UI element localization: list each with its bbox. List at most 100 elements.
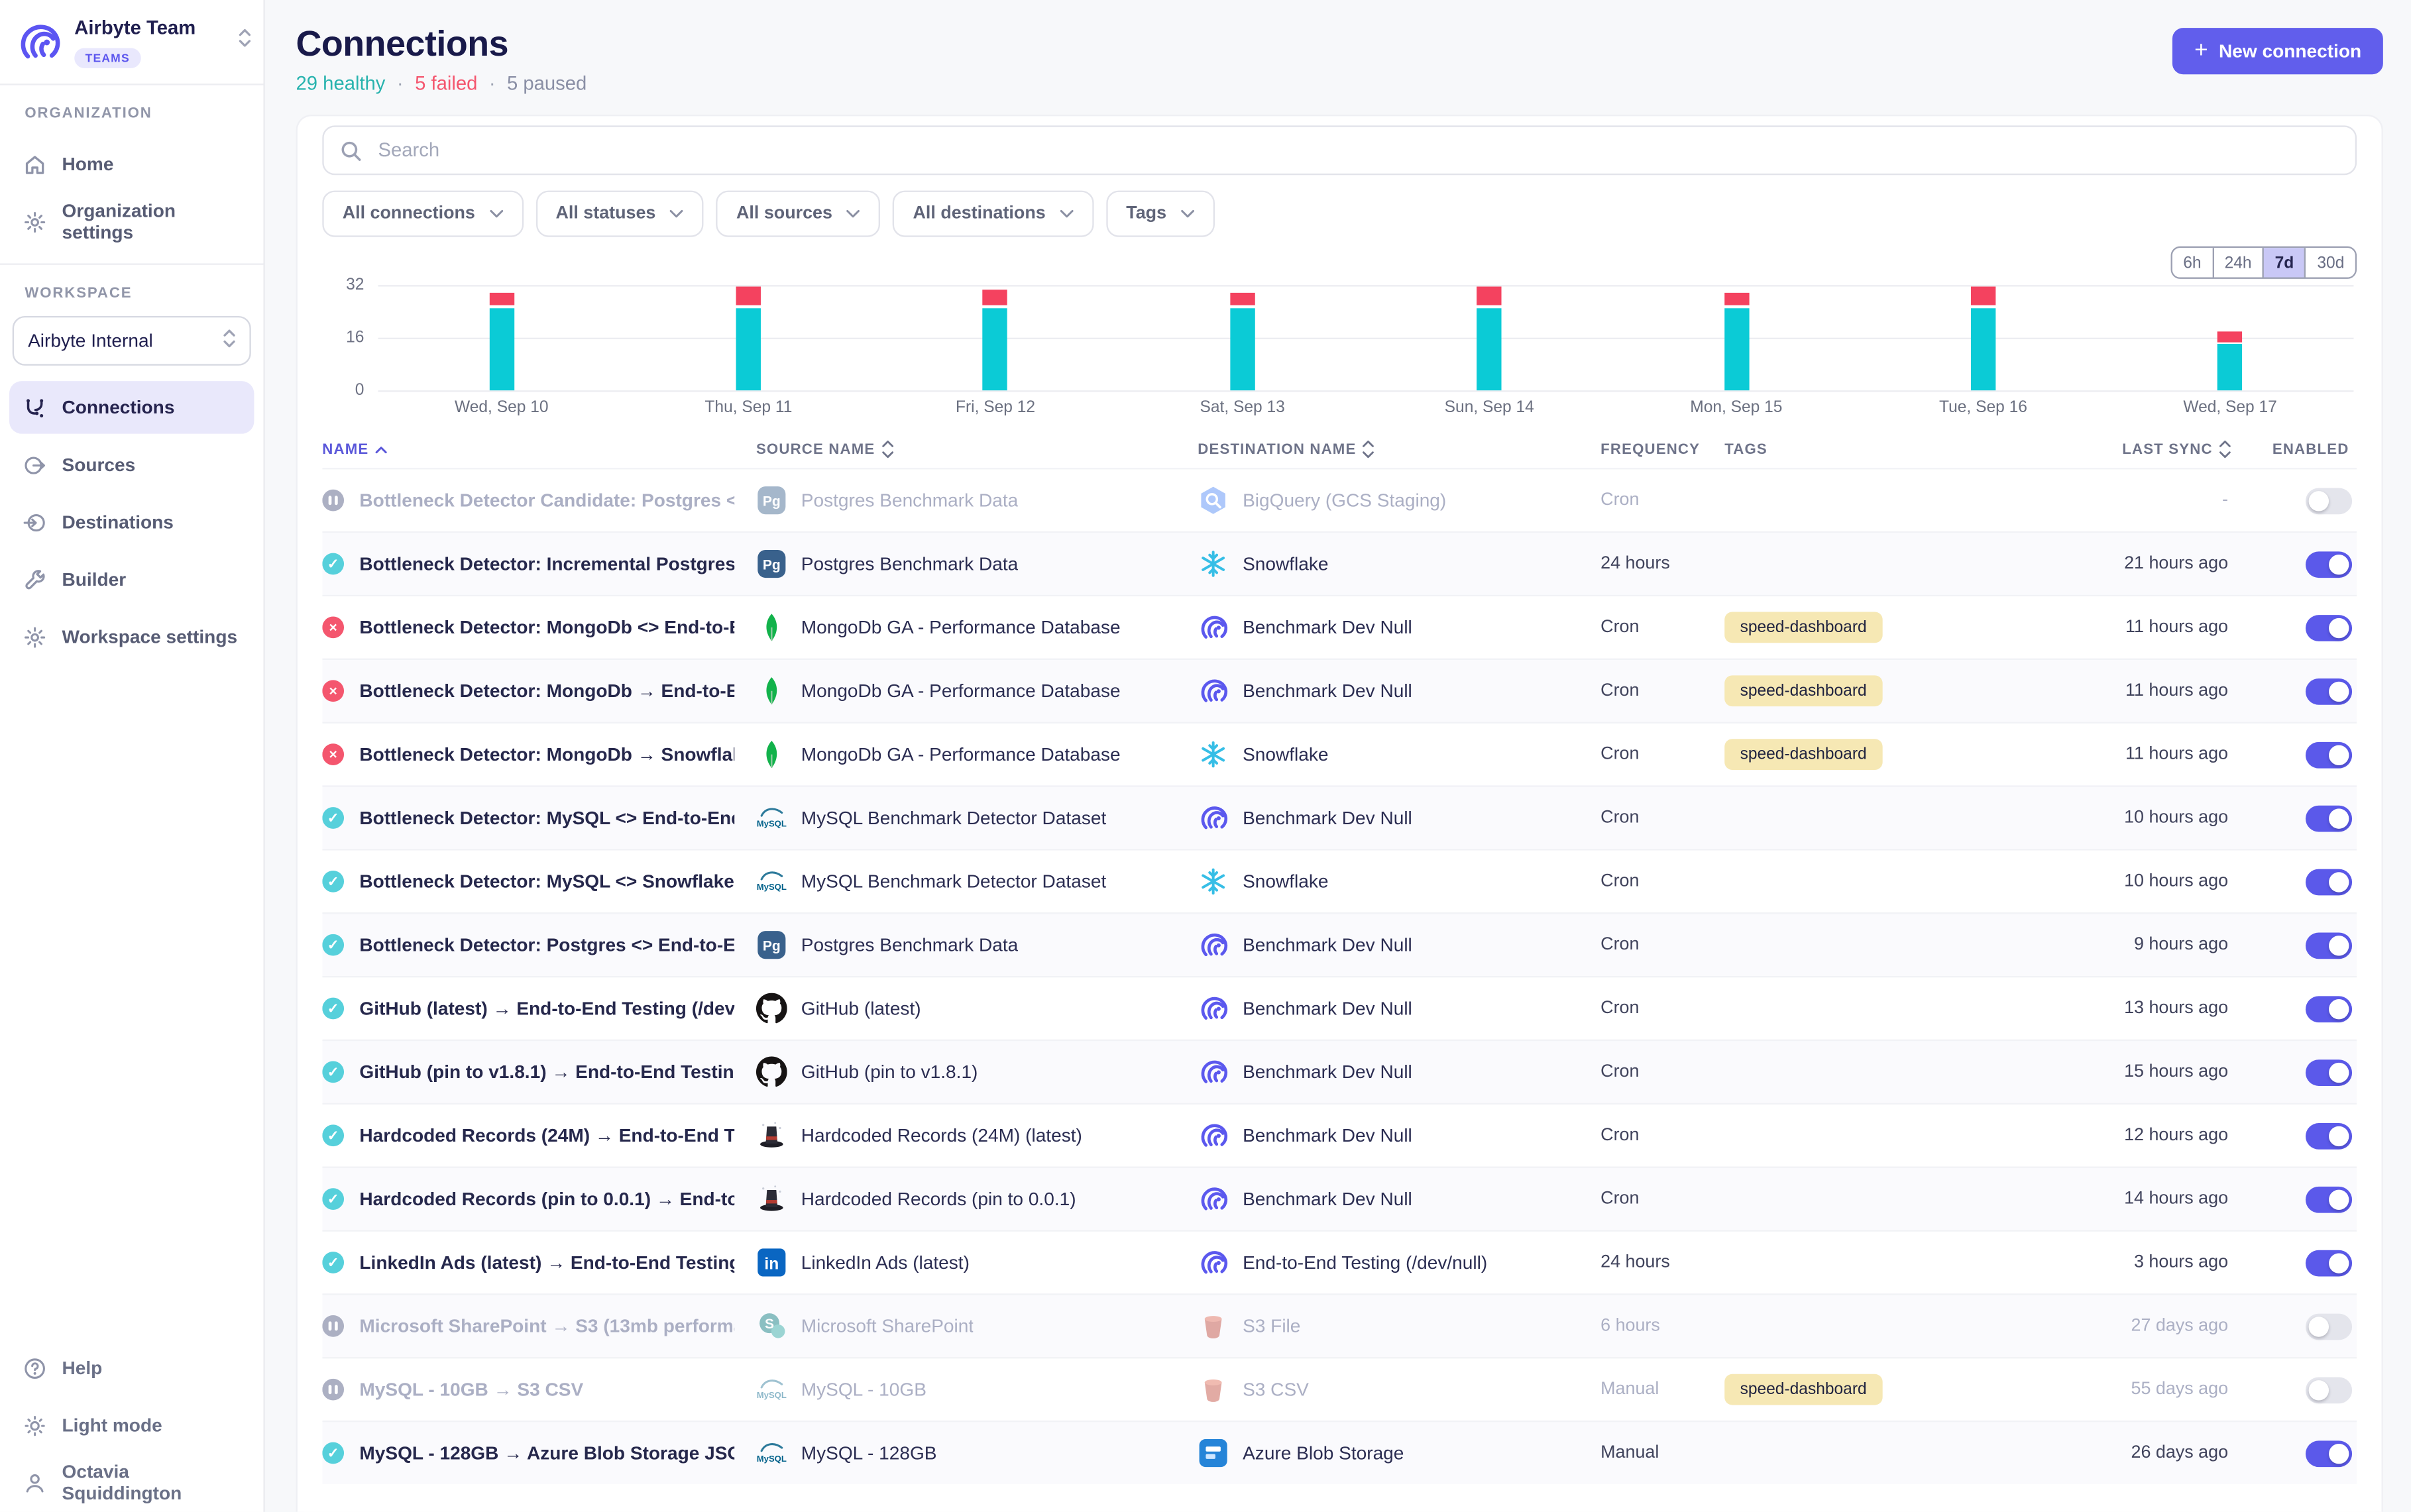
name-cell: MySQL - 10GB → S3 CSV	[322, 1379, 756, 1401]
destination-name: Snowflake	[1243, 553, 1328, 575]
filter-dropdown-all-connections[interactable]: All connections	[322, 191, 523, 237]
enabled-toggle[interactable]	[2306, 805, 2352, 832]
toggle-knob	[2329, 1443, 2349, 1463]
table-row[interactable]: ✓LinkedIn Ads (latest) → End-to-End Test…	[322, 1230, 2357, 1293]
source-cell: MongoDb GA - Performance Database	[756, 739, 1198, 770]
tag-badge: speed-dashboard	[1724, 739, 1882, 770]
sidebar-item-home[interactable]: Home	[9, 138, 254, 190]
table-row[interactable]: ×Bottleneck Detector: MongoDb <> End-to-…	[322, 595, 2357, 659]
enabled-toggle[interactable]	[2306, 995, 2352, 1022]
status-healthy-icon: ✓	[322, 1061, 344, 1083]
column-header-name[interactable]: NAME	[322, 441, 756, 458]
table-row[interactable]: ✓Bottleneck Detector: MySQL <> Snowflake…	[322, 849, 2357, 912]
destination-name: Benchmark Dev Null	[1243, 1188, 1412, 1210]
enabled-toggle[interactable]	[2306, 1250, 2352, 1276]
table-row[interactable]: ✓Hardcoded Records (pin to 0.0.1) → End-…	[322, 1167, 2357, 1230]
chart-bar-4	[1366, 285, 1613, 390]
table-row[interactable]: Bottleneck Detector Candidate: Postgres …	[322, 468, 2357, 531]
filter-dropdown-tags[interactable]: Tags	[1106, 191, 1215, 237]
enabled-toggle[interactable]	[2306, 551, 2352, 577]
sidebar-item-connections[interactable]: Connections	[9, 381, 254, 433]
table-row[interactable]: ✓Hardcoded Records (24M) → End-to-End Te…	[322, 1103, 2357, 1167]
toggle-knob	[2309, 1379, 2329, 1399]
sidebar-item-destinations[interactable]: Destinations	[9, 496, 254, 548]
org-name: Airbyte Team	[74, 17, 196, 39]
x-axis-tick-label: Mon, Sep 15	[1613, 398, 1860, 417]
column-header-label: DESTINATION NAME	[1198, 441, 1356, 458]
connection-name: Microsoft SharePoint → S3 (13mb performa…	[359, 1315, 734, 1337]
last-sync-cell: 21 hours ago	[2073, 555, 2243, 573]
enabled-toggle[interactable]	[2306, 1313, 2352, 1339]
enabled-toggle[interactable]	[2306, 614, 2352, 641]
enabled-toggle[interactable]	[2306, 932, 2352, 958]
enabled-toggle[interactable]	[2306, 1440, 2352, 1466]
filter-dropdown-all-destinations[interactable]: All destinations	[893, 191, 1093, 237]
workspace-select[interactable]: Airbyte Internal	[13, 316, 251, 366]
org-switcher[interactable]: Airbyte Team TEAMS	[0, 0, 263, 83]
search-input[interactable]	[375, 138, 2340, 162]
sidebar-item-label: Workspace settings	[62, 626, 238, 648]
svg-text:Pg: Pg	[763, 494, 781, 510]
new-connection-button[interactable]: + New connection	[2172, 28, 2383, 74]
table-row[interactable]: ✓GitHub (latest) → End-to-End Testing (/…	[322, 976, 2357, 1040]
sidebar-item-label: Octavia Squiddington	[62, 1461, 242, 1504]
column-header-last_sync[interactable]: LAST SYNC	[2073, 440, 2243, 459]
table-row[interactable]: Microsoft SharePoint → S3 (13mb performa…	[322, 1293, 2357, 1357]
svg-text:MySQL: MySQL	[757, 1454, 787, 1464]
table-row[interactable]: ×Bottleneck Detector: MongoDb → Snowflak…	[322, 722, 2357, 786]
sidebar-item-workspace-settings[interactable]: Workspace settings	[9, 610, 254, 663]
enabled-toggle[interactable]	[2306, 741, 2352, 768]
enabled-toggle[interactable]	[2306, 487, 2352, 513]
x-axis-tick-label: Tue, Sep 16	[1860, 398, 2107, 417]
filter-dropdown-all-statuses[interactable]: All statuses	[535, 191, 704, 237]
enabled-toggle[interactable]	[2306, 868, 2352, 894]
svg-text:S: S	[765, 1317, 774, 1332]
pause-bar	[335, 1385, 337, 1394]
column-header-source[interactable]: SOURCE NAME	[756, 440, 1198, 459]
destination-cell: Azure Blob Storage	[1198, 1438, 1600, 1469]
enabled-toggle[interactable]	[2306, 1122, 2352, 1149]
table-row[interactable]: ✓Bottleneck Detector: Postgres <> End-to…	[322, 912, 2357, 976]
sidebar-item-light-mode[interactable]: Light mode	[9, 1399, 254, 1451]
column-header-destination[interactable]: DESTINATION NAME	[1198, 440, 1600, 459]
sidebar-item-organization-settings[interactable]: Organization settings	[9, 195, 254, 248]
toggle-knob	[2329, 808, 2349, 828]
source-name: MySQL Benchmark Detector Dataset	[801, 871, 1107, 892]
table-row[interactable]: ✓MySQL - 128GB → Azure Blob Storage JSOn…	[322, 1421, 2357, 1484]
chevron-down-icon	[1180, 205, 1194, 223]
destination-name: Benchmark Dev Null	[1243, 934, 1412, 956]
table-row[interactable]: ✓Bottleneck Detector: Incremental Postgr…	[322, 531, 2357, 595]
table-row[interactable]: ✓Bottleneck Detector: MySQL <> End-to-En…	[322, 785, 2357, 849]
sidebar-item-user[interactable]: Octavia Squiddington	[9, 1456, 254, 1509]
enabled-toggle[interactable]	[2306, 678, 2352, 704]
table-row[interactable]: ✓GitHub (pin to v1.8.1) → End-to-End Tes…	[322, 1040, 2357, 1103]
sidebar-item-sources[interactable]: Sources	[9, 439, 254, 491]
x-axis-tick-label: Wed, Sep 17	[2107, 398, 2354, 417]
toggle-knob	[2329, 1252, 2349, 1272]
time-range-30d[interactable]: 30d	[2305, 248, 2355, 277]
sidebar-item-help[interactable]: Help	[9, 1342, 254, 1394]
succeeded-bar-segment	[1724, 308, 1748, 390]
time-range-7d[interactable]: 7d	[2263, 248, 2305, 277]
airbyte-logo-icon	[15, 19, 62, 65]
airbyte-icon	[1198, 1057, 1229, 1088]
source-name: Hardcoded Records (pin to 0.0.1)	[801, 1188, 1076, 1210]
enabled-toggle[interactable]	[2306, 1186, 2352, 1213]
enabled-toggle[interactable]	[2306, 1059, 2352, 1085]
last-sync-cell: 3 hours ago	[2073, 1253, 2243, 1271]
filter-label: All statuses	[555, 205, 655, 223]
source-cell: MySQLMySQL - 128GB	[756, 1438, 1198, 1469]
airbyte-icon	[1198, 930, 1229, 961]
enabled-toggle[interactable]	[2306, 1376, 2352, 1403]
table-row[interactable]: MySQL - 10GB → S3 CSVMySQLMySQL - 10GBS3…	[322, 1357, 2357, 1421]
source-cell: MySQLMySQL Benchmark Detector Dataset	[756, 866, 1198, 897]
time-range-6h[interactable]: 6h	[2172, 248, 2212, 277]
name-cell: ✓Bottleneck Detector: MySQL <> Snowflake	[322, 871, 756, 892]
time-range-24h[interactable]: 24h	[2212, 248, 2263, 277]
table-row[interactable]: ×Bottleneck Detector: MongoDb → End-to-E…	[322, 659, 2357, 722]
snowflake-icon	[1198, 866, 1229, 897]
filter-dropdown-all-sources[interactable]: All sources	[716, 191, 881, 237]
sidebar-item-label: Help	[62, 1357, 103, 1379]
sharepoint-icon: S	[756, 1311, 787, 1342]
sidebar-item-builder[interactable]: Builder	[9, 553, 254, 606]
